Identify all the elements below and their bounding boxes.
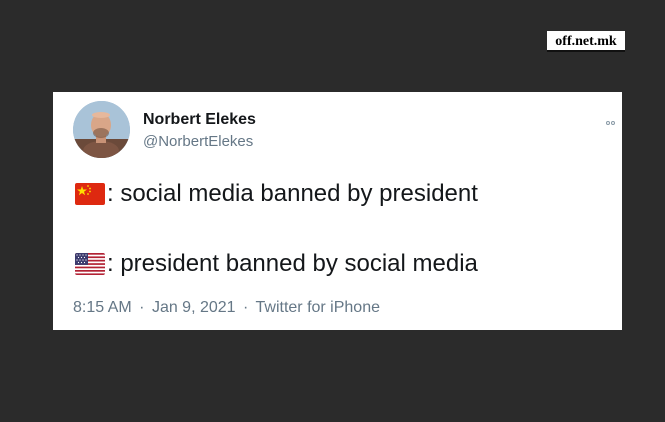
more-dot xyxy=(606,121,610,125)
tweet-text-line: : social media banned by president xyxy=(75,180,478,208)
tweet-time: 8:15 AM xyxy=(73,299,132,316)
author-display-name[interactable]: Norbert Elekes xyxy=(143,111,256,129)
more-options-icon[interactable] xyxy=(606,112,620,125)
tweet-line-text: : social media banned by president xyxy=(107,180,478,207)
more-dot xyxy=(611,121,615,125)
tweet-text-line: : president banned by social media xyxy=(75,250,478,278)
tweet-time-link[interactable]: 8:15 AM · Jan 9, 2021 xyxy=(73,299,240,316)
meta-separator: · xyxy=(139,299,145,316)
tweet-meta: 8:15 AM · Jan 9, 2021 · Twitter for iPho… xyxy=(73,299,380,317)
tweet-source-link[interactable]: Twitter for iPhone xyxy=(256,299,381,316)
author-handle[interactable]: @NorbertElekes xyxy=(143,133,253,150)
tweet-date: Jan 9, 2021 xyxy=(151,299,236,316)
meta-separator: · xyxy=(243,299,249,316)
tweet-card[interactable]: Norbert Elekes @NorbertElekes : social m… xyxy=(53,92,622,330)
usa-flag-icon xyxy=(75,253,105,275)
tweet-line-text: : president banned by social media xyxy=(107,250,478,277)
china-flag-icon xyxy=(75,183,105,205)
watermark-logo: off.net.mk xyxy=(547,31,625,52)
avatar[interactable] xyxy=(73,101,130,158)
